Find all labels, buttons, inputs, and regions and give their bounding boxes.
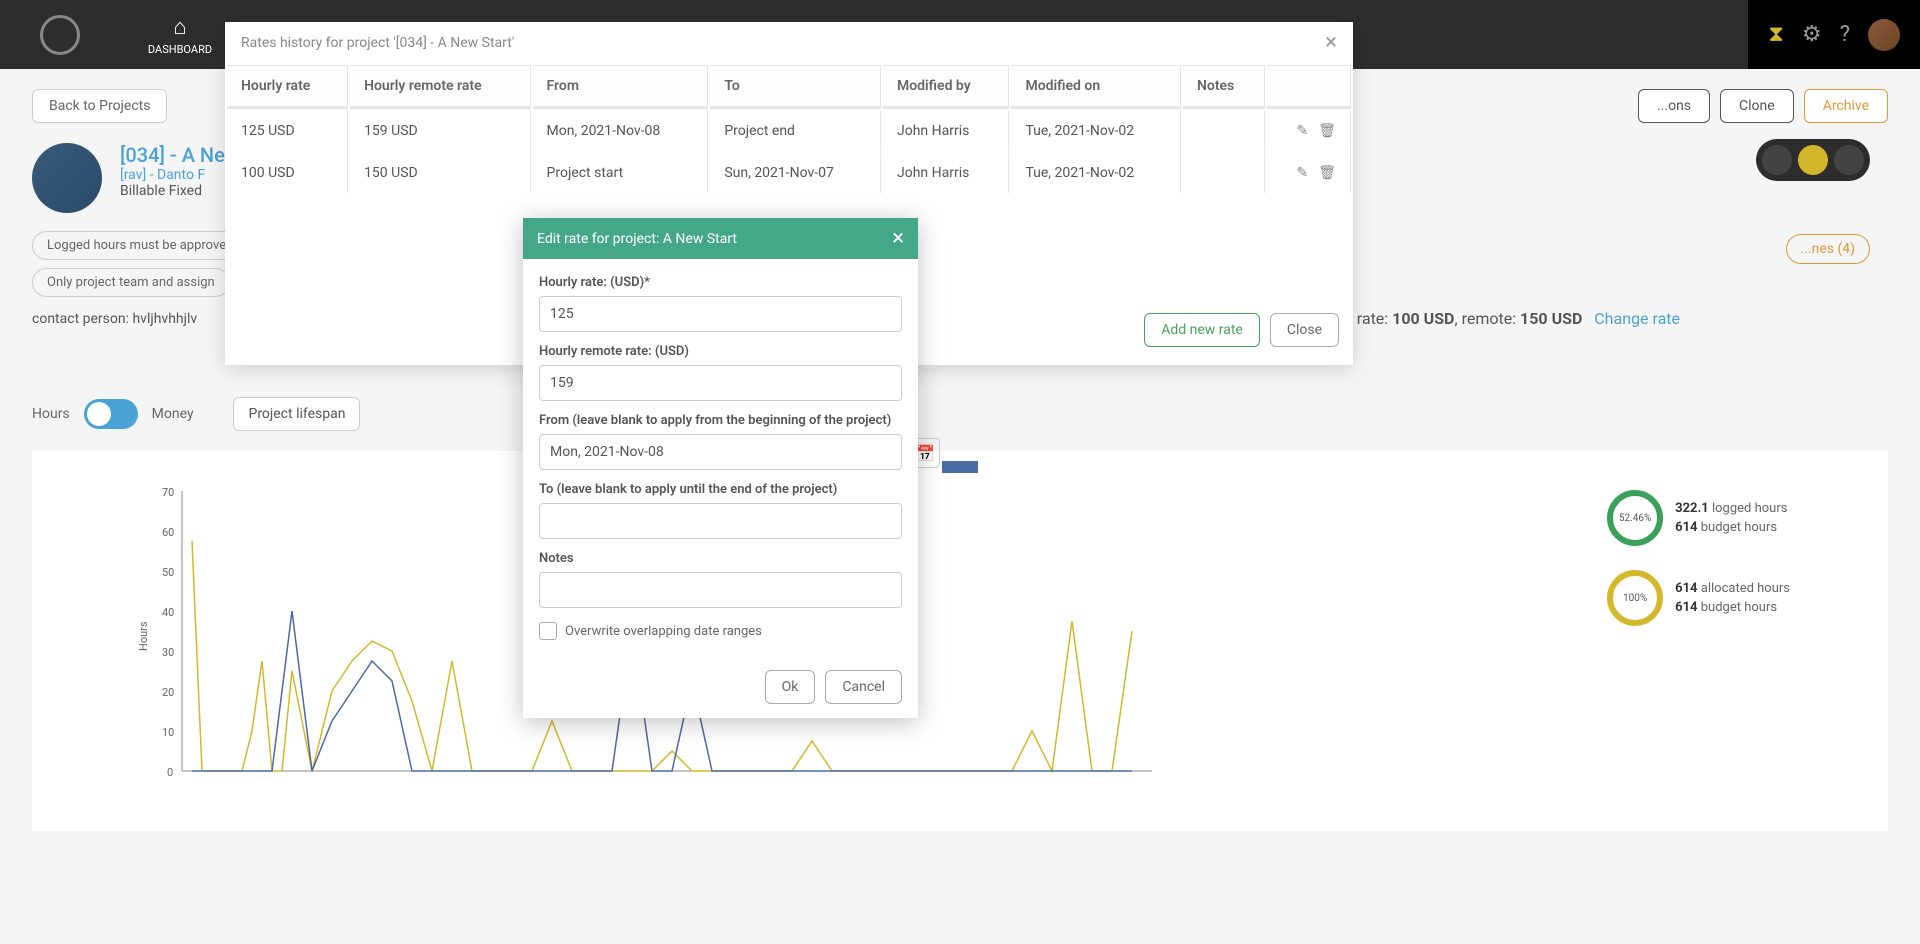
traffic-red[interactable] <box>1834 145 1864 175</box>
hourglass-icon[interactable]: ⧗ <box>1768 22 1783 47</box>
overwrite-checkbox-row: Overwrite overlapping date ranges <box>539 622 902 640</box>
svg-text:20: 20 <box>162 686 174 699</box>
rates-table: Hourly rate Hourly remote rate From To M… <box>225 63 1353 195</box>
edit-icon[interactable]: ✎ <box>1296 165 1308 181</box>
logo-icon <box>40 15 80 55</box>
svg-text:Hours: Hours <box>137 621 150 651</box>
edit-icon[interactable]: ✎ <box>1296 123 1308 139</box>
edit-rate-dialog: Edit rate for project: A New Start × Hou… <box>523 218 918 718</box>
delete-icon[interactable]: 🗑 <box>1318 123 1336 139</box>
table-row: 125 USD 159 USD Mon, 2021-Nov-08 Project… <box>227 111 1351 151</box>
stats-panel: 52.46% 322.1 logged hours 614 budget hou… <box>1607 490 1790 626</box>
svg-text:70: 70 <box>162 486 174 499</box>
label-to: To (leave blank to apply until the end o… <box>539 482 902 497</box>
col-hourly-rate: Hourly rate <box>227 65 348 109</box>
col-modified-by: Modified by <box>883 65 1009 109</box>
svg-text:60: 60 <box>162 526 174 539</box>
col-modified-on: Modified on <box>1011 65 1181 109</box>
label-notes: Notes <box>539 551 902 566</box>
from-date-input[interactable] <box>539 434 902 470</box>
col-from: From <box>533 65 709 109</box>
svg-text:30: 30 <box>162 646 174 659</box>
tag-approval: Logged hours must be approved <box>32 231 248 260</box>
hours-money-toggle[interactable] <box>84 399 138 429</box>
col-actions <box>1267 65 1351 109</box>
delete-icon[interactable]: 🗑 <box>1318 165 1336 181</box>
settings-icon[interactable]: ⚙ <box>1802 22 1822 47</box>
ok-button[interactable]: Ok <box>765 670 816 704</box>
app-logo <box>0 15 120 55</box>
edit-dialog-title: Edit rate for project: A New Start <box>537 231 737 247</box>
stat-allocated-text: 614 allocated hours 614 budget hours <box>1675 579 1790 618</box>
col-to: To <box>710 65 881 109</box>
rates-modal-header: Rates history for project '[034] - A New… <box>225 22 1353 63</box>
gauge-icon: ⌂ <box>166 13 194 41</box>
traffic-light <box>1756 139 1870 181</box>
milestones-link[interactable]: ...nes (4) <box>1786 234 1870 264</box>
user-avatar[interactable] <box>1868 19 1900 51</box>
ring-logged: 52.46% <box>1607 490 1663 546</box>
hourly-rate-input[interactable] <box>539 296 902 332</box>
cancel-button[interactable]: Cancel <box>825 670 902 704</box>
help-icon[interactable]: ? <box>1840 22 1850 47</box>
archive-button[interactable]: Archive <box>1804 89 1888 123</box>
label-from: From (leave blank to apply from the begi… <box>539 413 902 428</box>
back-to-projects-button[interactable]: Back to Projects <box>32 89 167 123</box>
notes-input[interactable] <box>539 572 902 608</box>
action-buttons: ...ons Clone Archive <box>1638 89 1888 123</box>
svg-text:10: 10 <box>162 726 174 739</box>
close-icon[interactable]: × <box>1325 30 1337 55</box>
change-rate-link[interactable]: Change rate <box>1594 309 1680 328</box>
toggle-money-label: Money <box>152 406 194 422</box>
stat-allocated: 100% 614 allocated hours 614 budget hour… <box>1607 570 1790 626</box>
toggle-hours-label: Hours <box>32 406 70 422</box>
add-new-rate-button[interactable]: Add new rate <box>1144 313 1260 347</box>
project-avatar <box>32 143 102 213</box>
close-icon[interactable]: × <box>892 226 904 251</box>
remote-rate-input[interactable] <box>539 365 902 401</box>
hours-money-toggle-row: Hours Money Project lifespan <box>32 397 1888 431</box>
chart-legend <box>32 451 1888 481</box>
edit-dialog-body: Hourly rate: (USD)* Hourly remote rate: … <box>523 259 918 656</box>
rates-modal-title: Rates history for project '[034] - A New… <box>241 35 514 51</box>
lifespan-dropdown[interactable]: Project lifespan <box>233 397 360 431</box>
table-row: 100 USD 150 USD Project start Sun, 2021-… <box>227 153 1351 193</box>
stat-logged: 52.46% 322.1 logged hours 614 budget hou… <box>1607 490 1790 546</box>
svg-text:50: 50 <box>162 566 174 579</box>
nav-right: ⧗ ⚙ ? <box>1748 0 1920 69</box>
stat-logged-text: 322.1 logged hours 614 budget hours <box>1675 499 1787 538</box>
svg-text:0: 0 <box>167 766 173 779</box>
legend-logged-box <box>942 461 978 473</box>
clone-button[interactable]: Clone <box>1720 89 1794 123</box>
overwrite-label: Overwrite overlapping date ranges <box>565 624 762 639</box>
label-hourly-rate: Hourly rate: (USD)* <box>539 275 902 290</box>
col-remote-rate: Hourly remote rate <box>350 65 530 109</box>
nav-dashboard[interactable]: ⌂ DASHBOARD <box>120 0 240 69</box>
options-button[interactable]: ...ons <box>1638 89 1710 123</box>
to-date-input[interactable] <box>539 503 902 539</box>
svg-text:40: 40 <box>162 606 174 619</box>
tag-team: Only project team and assign <box>32 268 230 297</box>
traffic-yellow[interactable] <box>1798 145 1828 175</box>
overwrite-checkbox[interactable] <box>539 622 557 640</box>
close-button[interactable]: Close <box>1270 313 1339 347</box>
col-notes: Notes <box>1183 65 1265 109</box>
edit-dialog-header: Edit rate for project: A New Start × <box>523 218 918 259</box>
label-remote-rate: Hourly remote rate: (USD) <box>539 344 902 359</box>
traffic-green[interactable] <box>1762 145 1792 175</box>
ring-allocated: 100% <box>1607 570 1663 626</box>
nav-label: DASHBOARD <box>148 43 212 56</box>
edit-dialog-footer: Ok Cancel <box>523 656 918 718</box>
